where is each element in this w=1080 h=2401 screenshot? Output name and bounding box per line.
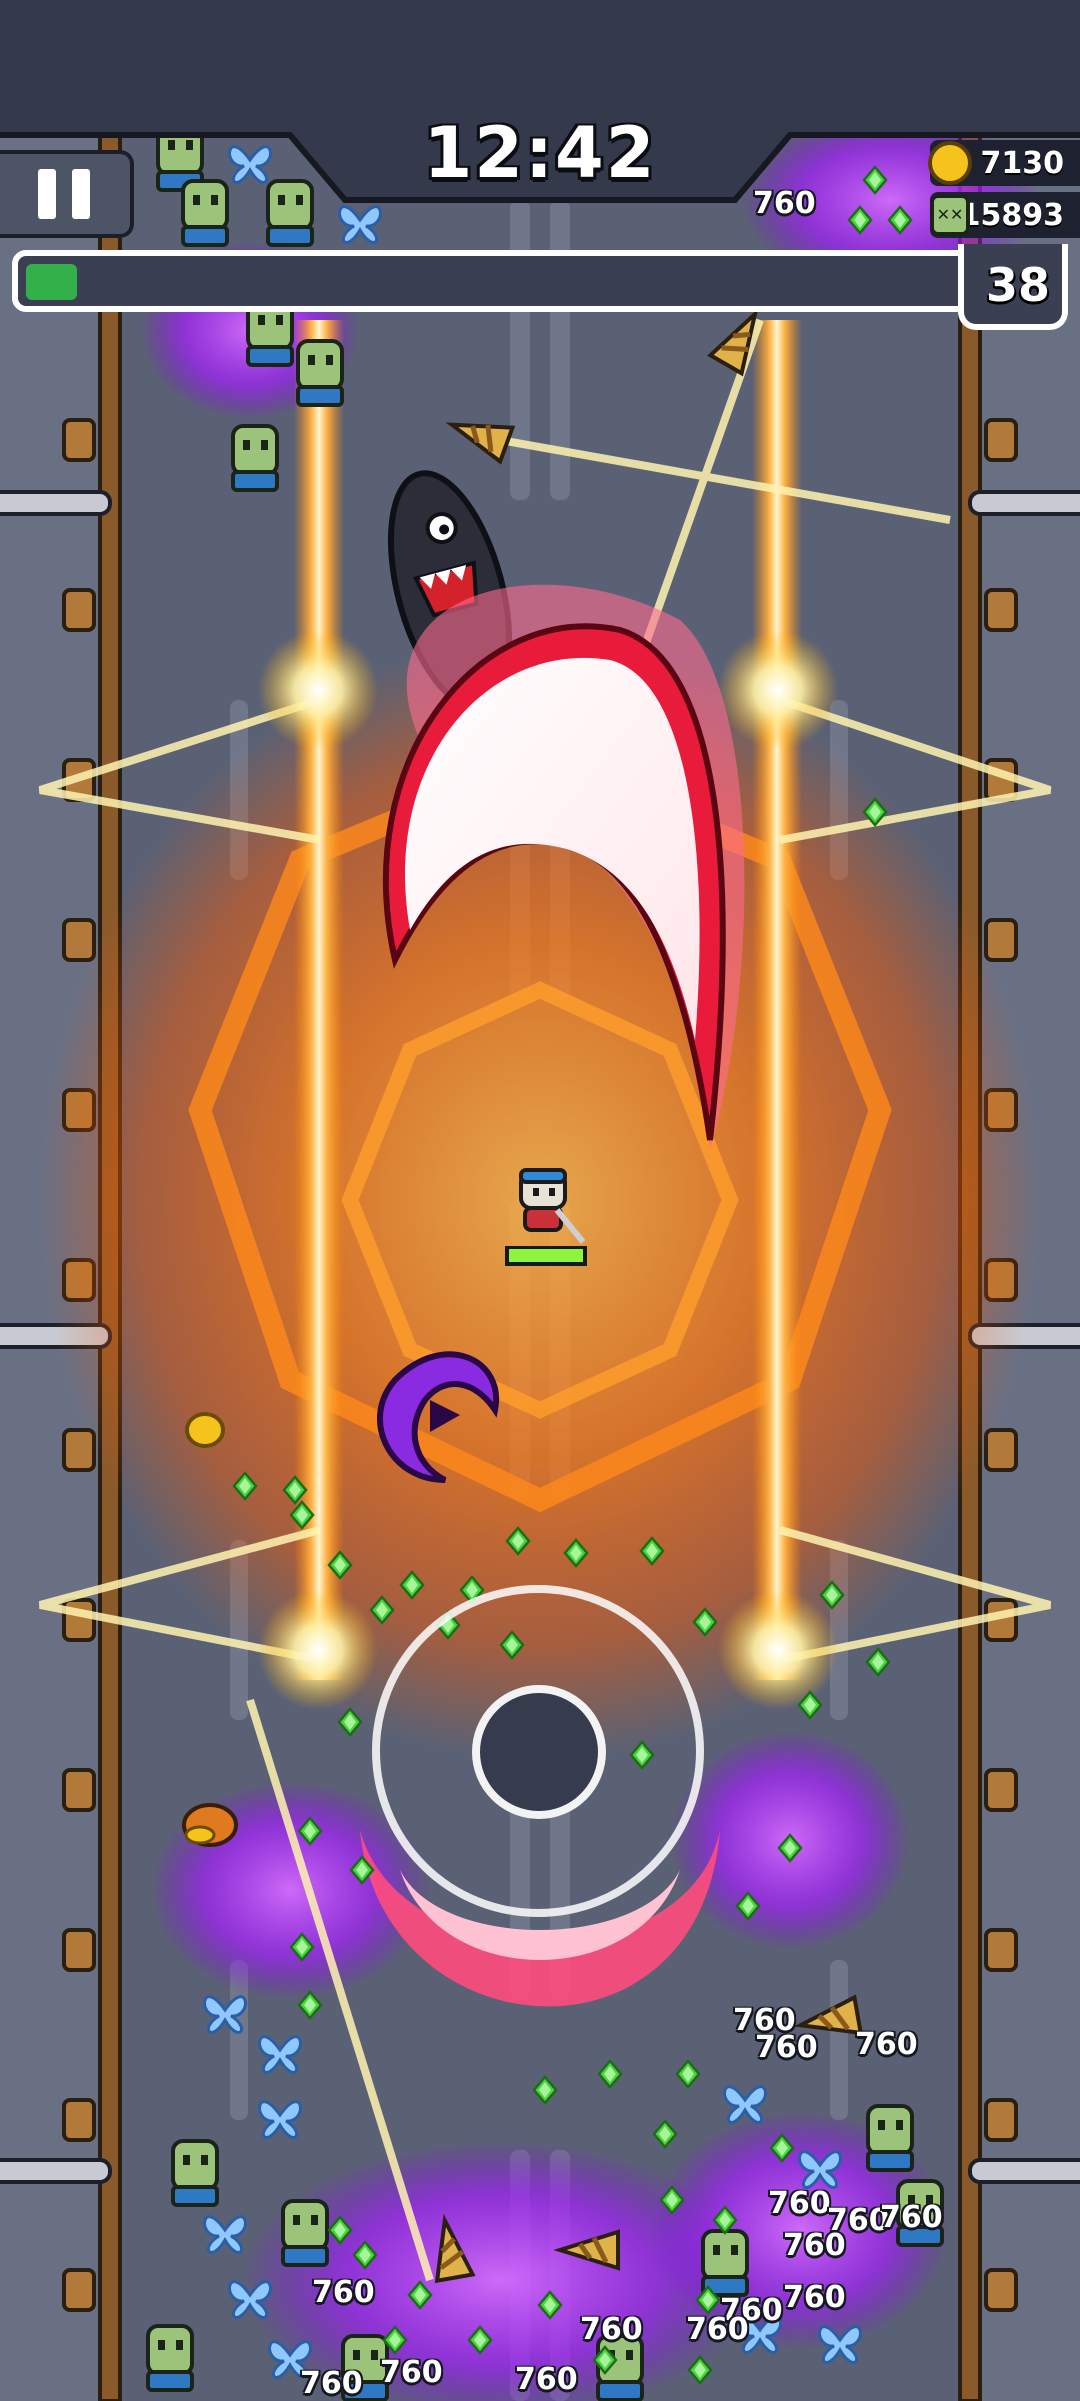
- damage-number: 760: [783, 2280, 846, 2315]
- treasure-bag-pickup: [182, 1803, 238, 1847]
- xp-bar-fill: [26, 264, 77, 300]
- player-health-bar: [505, 1246, 587, 1266]
- game-scene: [0, 110, 1080, 2401]
- gold-value: 7130: [980, 146, 1065, 181]
- gold-coin-pickup: [185, 1412, 225, 1448]
- damage-number: 760: [312, 2275, 375, 2310]
- gold-coin-icon: [928, 141, 972, 185]
- damage-number: 760: [380, 2355, 443, 2390]
- damage-number: 760: [686, 2312, 749, 2347]
- game-timer: 12:42: [423, 112, 657, 194]
- pause-icon-bar: [72, 169, 90, 219]
- pause-button[interactable]: [0, 150, 134, 238]
- damage-number: 760: [755, 2030, 818, 2065]
- zombie-kill-icon: ✕✕: [930, 194, 970, 236]
- damage-number: 760: [580, 2312, 643, 2347]
- xp-bar: [12, 250, 1066, 312]
- damage-number: 760: [880, 2200, 943, 2235]
- player-level: 38: [985, 258, 1050, 312]
- pause-icon: [38, 169, 56, 219]
- damage-number: 760: [783, 2228, 846, 2263]
- damage-number: 760: [855, 2027, 918, 2062]
- damage-number: 760: [515, 2362, 578, 2397]
- joystick-knob[interactable]: [472, 1685, 606, 1819]
- damage-number: 760: [753, 186, 816, 221]
- damage-number: 760: [300, 2366, 363, 2401]
- damage-number: 760: [768, 2186, 831, 2221]
- kills-value: 15893: [959, 198, 1064, 233]
